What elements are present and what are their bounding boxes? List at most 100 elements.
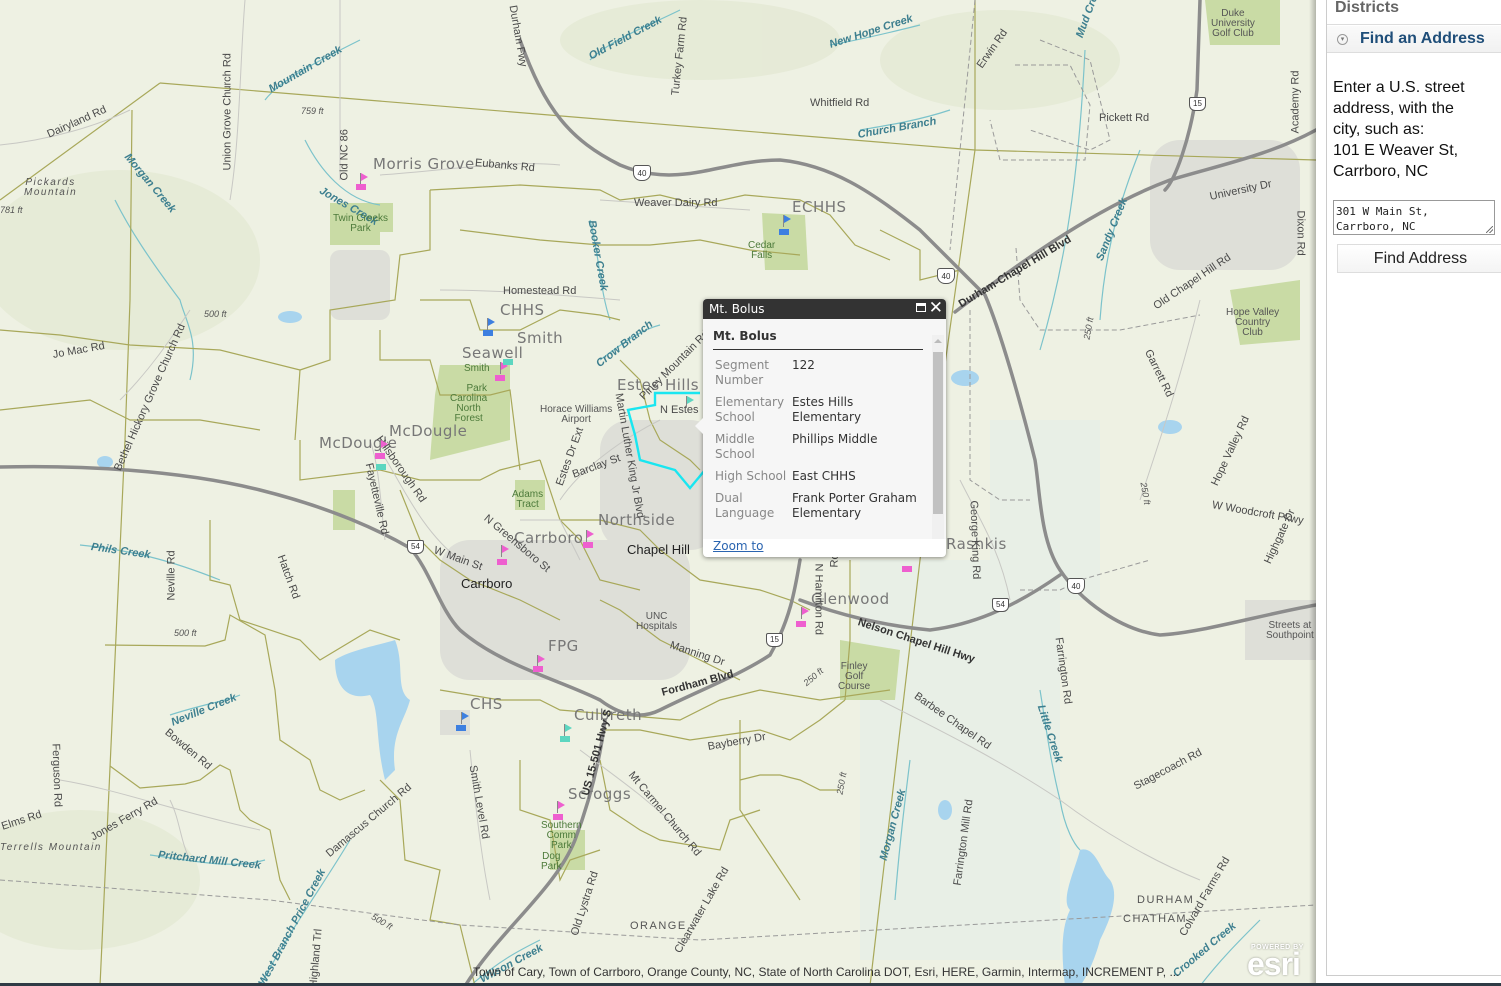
attribute-value: Phillips Middle: [792, 432, 878, 446]
elementary-school-icon[interactable]: [495, 375, 505, 381]
road-label: George King Rd: [967, 500, 983, 580]
district-boundary: [739, 774, 840, 791]
park-label: Carolina North Forest: [450, 393, 488, 424]
urban-area: [1150, 140, 1300, 270]
district-label: Morris Grove: [373, 155, 475, 173]
nc-54-shield: 54: [992, 598, 1009, 612]
road-line: [1139, 299, 1201, 501]
attribute-value: Frank Porter Graham Elementary: [792, 491, 917, 520]
high-school-flag-icon[interactable]: [783, 215, 793, 229]
road-label: Homestead Rd: [503, 285, 577, 297]
find-address-button[interactable]: Find Address: [1337, 244, 1501, 273]
popup-header-title: Mt. Bolus: [709, 302, 765, 316]
interstate-40-shield: 40: [1067, 578, 1085, 594]
place-label: Hope Valley Country Club: [1226, 307, 1280, 338]
high-school-icon[interactable]: [483, 330, 493, 336]
elementary-school-flag-icon[interactable]: [380, 440, 390, 454]
high-school-flag-icon[interactable]: [461, 712, 471, 726]
middle-school-icon[interactable]: [376, 464, 386, 470]
attribute-value: Estes Hills Elementary: [792, 395, 862, 424]
districts-section-header[interactable]: Districts: [1335, 0, 1399, 17]
wetland-area: [860, 560, 1060, 960]
attribute-value: 122: [792, 358, 815, 372]
nc-54-shield: 54: [407, 540, 424, 554]
elementary-school-icon[interactable]: [902, 566, 912, 572]
place-label: Pickards Mountain: [24, 177, 78, 198]
collapse-circle-icon[interactable]: ▾: [1337, 34, 1348, 45]
elementary-school-icon[interactable]: [583, 542, 593, 548]
maximize-icon[interactable]: [916, 303, 926, 312]
attribute-name: Middle School: [715, 432, 755, 461]
park-label: Dog Park: [541, 851, 562, 872]
elementary-school-icon[interactable]: [497, 559, 507, 565]
attribute-row: Elementary School Estes Hills Elementary: [713, 395, 923, 425]
place-label: UNC Hospitals: [636, 611, 678, 632]
elementary-school-icon[interactable]: [356, 184, 366, 190]
road-label: Union Grove Church Rd: [221, 53, 234, 171]
attribute-name: Elementary School: [715, 395, 785, 424]
find-address-section-header[interactable]: ▾ Find an Address: [1327, 26, 1501, 53]
terrain-shade: [560, 0, 840, 80]
elevation-label: 500 ft: [204, 309, 227, 319]
esri-wordmark: esri: [1247, 946, 1301, 982]
district-label: CHS: [470, 695, 503, 713]
attribute-value: East CHHS: [792, 469, 856, 483]
reservoir: [335, 640, 410, 780]
close-icon[interactable]: ✕: [929, 299, 943, 318]
road-label: N Hamilton Rd: [812, 563, 825, 636]
place-label: Finley Golf Course: [838, 661, 871, 692]
road-label: Whitfield Rd: [810, 97, 870, 109]
popup-body[interactable]: Mt. Bolus Segment Number 122 Elementary …: [703, 319, 946, 539]
place-label: Horace Williams Airport: [540, 404, 613, 425]
elementary-school-icon[interactable]: [375, 453, 385, 459]
pond: [938, 800, 952, 820]
zoom-to-link[interactable]: Zoom to: [713, 539, 763, 553]
middle-school-icon[interactable]: [503, 359, 513, 365]
find-address-title: Find an Address: [1360, 30, 1485, 47]
elementary-school-flag-icon[interactable]: [801, 607, 811, 621]
district-label: ECHHS: [792, 198, 847, 216]
address-input[interactable]: 301 W Main St, Carrboro, NC: [1333, 200, 1495, 235]
attribute-row: High School East CHHS: [713, 469, 923, 484]
elementary-school-icon[interactable]: [553, 814, 563, 820]
scroll-up-arrow-icon[interactable]: [934, 339, 942, 343]
road-label: Pickett Rd: [1099, 112, 1150, 124]
resize-grip-icon[interactable]: [1486, 226, 1493, 233]
city-label: Carrboro: [461, 576, 513, 591]
elevation-label: 759 ft: [301, 106, 324, 116]
district-label: Scroggs: [568, 785, 632, 803]
elementary-school-flag-icon[interactable]: [557, 801, 567, 815]
address-input-value: 301 W Main St, Carrboro, NC: [1336, 205, 1429, 233]
county-label: DURHAM: [1137, 894, 1195, 906]
pond: [1158, 420, 1182, 434]
esri-logo[interactable]: POWERED BY esri: [1247, 944, 1304, 980]
map-edge-shadow: [1309, 0, 1316, 986]
park-label: Twin Creeks Park: [333, 213, 389, 234]
district-boundary: [104, 614, 366, 801]
high-school-icon[interactable]: [779, 229, 789, 235]
city-label: Chapel Hill: [627, 542, 690, 557]
elementary-school-icon[interactable]: [796, 621, 806, 627]
basemap-layer: [0, 0, 1316, 986]
map-attribution: Town of Cary, Town of Carrboro, Orange C…: [473, 965, 1180, 979]
popup-header: Mt. Bolus ✕: [703, 299, 946, 319]
scrollbar-thumb[interactable]: [933, 352, 943, 514]
high-school-icon[interactable]: [456, 725, 466, 731]
pond: [97, 456, 113, 468]
district-label: Seawell: [462, 344, 524, 362]
elevation-label: 500 ft: [174, 628, 197, 638]
urban-area: [330, 250, 390, 320]
place-label: Streets at Southpoint: [1266, 620, 1314, 641]
road-label: Old NC 86: [338, 129, 351, 181]
popup-scrollbar[interactable]: [932, 335, 944, 539]
map-view[interactable]: Morris Grove CHHS Smith Seawell McDougle…: [0, 0, 1316, 986]
county-label: ORANGE: [630, 920, 687, 932]
elementary-school-flag-icon[interactable]: [501, 545, 511, 559]
middle-school-icon[interactable]: [560, 736, 570, 742]
middle-school-flag-icon[interactable]: [686, 396, 696, 410]
district-boundary: [379, 779, 476, 986]
elementary-school-icon[interactable]: [533, 666, 543, 672]
district-boundary: [739, 720, 801, 901]
district-label: Smith: [517, 329, 564, 347]
attribute-row: Segment Number 122: [713, 358, 923, 388]
